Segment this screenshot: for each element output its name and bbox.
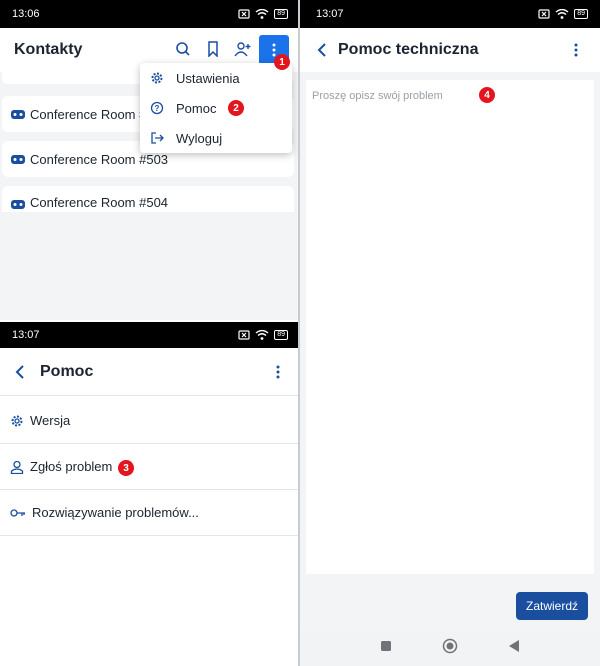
menu-item-help[interactable]: ? Pomoc bbox=[140, 93, 292, 123]
page-title: Pomoc techniczna bbox=[338, 41, 479, 58]
battery-icon: 89 bbox=[274, 9, 288, 19]
conference-room-icon bbox=[11, 200, 25, 209]
help-circle-icon: ? bbox=[150, 101, 164, 115]
status-bar: 13:06 89 bbox=[0, 0, 300, 28]
list-item-version[interactable]: Wersja bbox=[0, 398, 300, 444]
system-nav-bar bbox=[300, 630, 600, 666]
more-vert-icon bbox=[272, 43, 276, 57]
list-item-label: Wersja bbox=[30, 413, 71, 428]
submit-button[interactable]: Zatwierdź bbox=[516, 592, 588, 620]
page-title: Kontakty bbox=[14, 41, 83, 58]
back-button[interactable] bbox=[312, 40, 332, 60]
gear-icon bbox=[151, 72, 163, 84]
more-options-button[interactable] bbox=[270, 362, 286, 382]
battery-icon: 89 bbox=[574, 9, 588, 19]
more-options-button[interactable] bbox=[568, 40, 584, 60]
add-person-icon bbox=[234, 42, 251, 57]
more-vert-icon bbox=[574, 43, 578, 57]
menu-item-label: Ustawienia bbox=[176, 70, 240, 86]
person-icon bbox=[10, 460, 24, 474]
contact-name: Conference Room #504 bbox=[30, 195, 169, 210]
app-bar: Pomoc techniczna bbox=[300, 28, 600, 72]
gear-icon bbox=[11, 415, 23, 426]
chevron-left-icon bbox=[15, 364, 24, 379]
search-button[interactable] bbox=[172, 38, 194, 60]
svg-text:?: ? bbox=[155, 104, 160, 113]
step-badge: 1 bbox=[274, 54, 290, 70]
bookmark-button[interactable] bbox=[202, 38, 224, 60]
search-icon bbox=[176, 42, 190, 56]
overflow-menu: Ustawienia ? Pomoc Wyloguj bbox=[140, 63, 292, 153]
wifi-icon bbox=[255, 9, 269, 19]
contact-item[interactable]: Conference Room #504 bbox=[2, 186, 294, 212]
chevron-left-icon bbox=[317, 43, 326, 57]
no-sim-icon bbox=[238, 9, 250, 19]
list-item-label: Rozwiązywanie problemów... bbox=[32, 505, 199, 520]
step-badge: 2 bbox=[228, 100, 244, 116]
contact-name: Conference Room # bbox=[30, 106, 147, 122]
home-button[interactable] bbox=[442, 638, 458, 659]
step-badge: 4 bbox=[479, 87, 495, 103]
add-contact-button[interactable] bbox=[232, 38, 254, 60]
step-badge: 3 bbox=[118, 460, 134, 476]
contact-name: Conference Room #503 bbox=[30, 151, 169, 167]
back-nav-button[interactable] bbox=[508, 639, 520, 658]
list-item-report-problem[interactable]: Zgłoś problem bbox=[0, 444, 300, 490]
menu-item-label: Pomoc bbox=[176, 100, 217, 116]
app-bar: Pomoc bbox=[0, 348, 300, 396]
more-vert-icon bbox=[276, 365, 280, 379]
list-item-troubleshooting[interactable]: Rozwiązywanie problemów... bbox=[0, 490, 300, 536]
recents-button[interactable] bbox=[380, 639, 392, 657]
menu-item-logout[interactable]: Wyloguj bbox=[140, 123, 292, 153]
status-bar: 13:07 89 bbox=[300, 0, 600, 28]
square-icon bbox=[381, 641, 391, 651]
logout-icon bbox=[151, 132, 164, 144]
status-time: 13:07 bbox=[316, 8, 344, 20]
menu-item-label: Wyloguj bbox=[176, 130, 223, 146]
menu-item-settings[interactable]: Ustawienia bbox=[140, 63, 292, 93]
problem-description-input[interactable]: Proszę opisz swój problem bbox=[306, 80, 594, 574]
page-title: Pomoc bbox=[40, 362, 94, 380]
conference-room-icon bbox=[11, 110, 25, 119]
status-time: 13:07 bbox=[12, 329, 40, 341]
bookmark-icon bbox=[208, 41, 218, 57]
triangle-back-icon bbox=[509, 639, 519, 652]
no-sim-icon bbox=[238, 330, 250, 340]
conference-room-icon bbox=[11, 155, 25, 164]
wifi-icon bbox=[555, 9, 569, 19]
status-time: 13:06 bbox=[12, 8, 40, 20]
home-circle-icon bbox=[442, 638, 458, 653]
key-icon bbox=[10, 508, 25, 517]
back-button[interactable] bbox=[10, 362, 30, 382]
list-item-label: Zgłoś problem bbox=[30, 459, 113, 474]
battery-icon: 89 bbox=[274, 330, 288, 340]
wifi-icon bbox=[255, 330, 269, 340]
status-bar: 13:07 89 bbox=[0, 322, 300, 348]
no-sim-icon bbox=[538, 9, 550, 19]
